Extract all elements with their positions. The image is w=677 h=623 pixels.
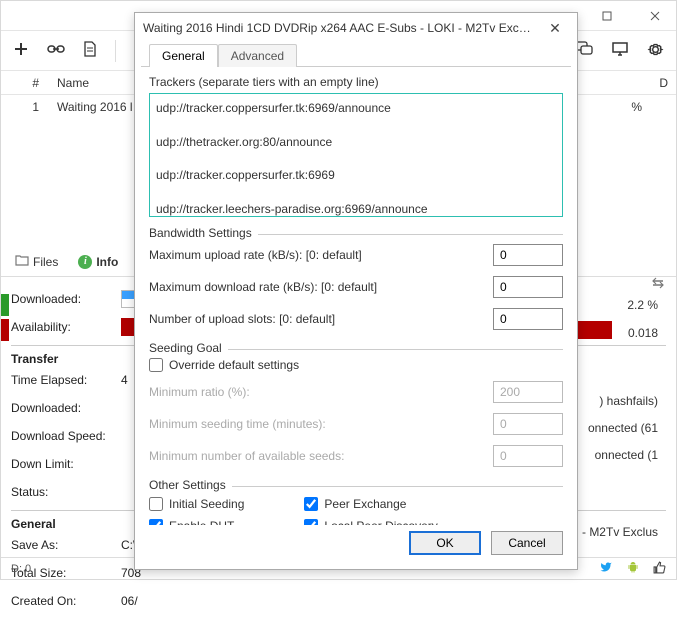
progress-edge [1,294,9,316]
other-title: Other Settings [149,478,232,492]
max-up-input[interactable] [493,244,563,266]
twitter-icon[interactable] [599,561,613,576]
status-label: Status: [11,485,121,499]
dialog-body: Trackers (separate tiers with an empty l… [135,67,577,525]
dialog-footer: OK Cancel [135,525,577,569]
peer-exchange-checkbox[interactable] [304,497,318,511]
created-on-label: Created On: [11,594,121,608]
maximize-button[interactable] [590,5,624,27]
local-peer-checkbox[interactable] [304,519,318,525]
dialog-close-button[interactable]: ✕ [541,20,569,37]
cancel-button[interactable]: Cancel [491,531,563,555]
max-down-input[interactable] [493,276,563,298]
row-pct: % [631,100,642,114]
thumb-icon[interactable] [653,561,666,577]
save-as-label: Save As: [11,538,121,552]
properties-dialog: Waiting 2016 Hindi 1CD DVDRip x264 AAC E… [134,12,578,570]
tab-info[interactable]: i Info [70,251,126,273]
gear-icon[interactable] [647,41,664,61]
seeding-title: Seeding Goal [149,341,228,355]
col-d-header[interactable]: D [626,76,676,90]
max-up-label: Maximum upload rate (kB/s): [0: default] [149,248,362,262]
close-button[interactable] [638,5,672,27]
folder-icon [15,254,29,269]
avail-bar-right [574,321,612,339]
col-num-header[interactable]: # [1,76,49,90]
link-icon[interactable] [47,43,65,58]
footer-d: D: 0 [11,563,31,575]
ok-button[interactable]: OK [409,531,481,555]
monitor-icon[interactable] [611,41,629,60]
avail-edge [1,319,9,341]
toolbar-separator [115,40,116,62]
dialog-title: Waiting 2016 Hindi 1CD DVDRip x264 AAC E… [143,21,541,35]
min-ratio-label: Minimum ratio (%): [149,385,250,399]
max-down-label: Maximum download rate (kB/s): [0: defaul… [149,280,377,294]
tab-advanced[interactable]: Advanced [218,44,297,67]
right-values: 2.2 % 0.018 [627,291,658,347]
availability-label: Availability: [11,320,121,334]
trackers-textarea[interactable] [149,93,563,217]
info-icon: i [78,255,92,269]
min-time-input [493,413,563,435]
row-num: 1 [1,100,49,114]
override-checkbox[interactable] [149,358,163,372]
seeding-group: Seeding Goal Override default settings M… [149,349,563,472]
min-ratio-input [493,381,563,403]
bandwidth-group: Bandwidth Settings Maximum upload rate (… [149,234,563,335]
downloaded2-label: Downloaded: [11,401,121,415]
min-seeds-label: Minimum number of available seeds: [149,449,344,463]
file-icon[interactable] [83,41,97,60]
slots-input[interactable] [493,308,563,330]
dialog-titlebar[interactable]: Waiting 2016 Hindi 1CD DVDRip x264 AAC E… [135,13,577,43]
right-values2: ) hashfails) onnected (61 onnected (1 - … [582,361,658,546]
dialog-tabs: General Advanced [141,43,571,67]
dspeed-label: Download Speed: [11,429,121,443]
main-window: # Name D 1 Waiting 2016 l % Files i Info… [0,0,677,580]
android-icon[interactable] [627,560,639,577]
other-group: Other Settings Initial Seeding Enable DH… [149,486,563,525]
override-label: Override default settings [169,358,299,372]
time-elapsed-label: Time Elapsed: [11,373,121,387]
add-icon[interactable] [13,41,29,60]
min-seeds-input [493,445,563,467]
dlimit-label: Down Limit: [11,457,121,471]
min-time-label: Minimum seeding time (minutes): [149,417,326,431]
bandwidth-title: Bandwidth Settings [149,226,258,240]
initial-seeding-checkbox[interactable] [149,497,163,511]
trackers-label: Trackers (separate tiers with an empty l… [149,75,563,89]
tab-files[interactable]: Files [7,250,66,273]
enable-dht-checkbox[interactable] [149,519,163,525]
tab-general[interactable]: General [149,44,218,67]
slots-label: Number of upload slots: [0: default] [149,312,335,326]
downloaded-label: Downloaded: [11,292,121,306]
